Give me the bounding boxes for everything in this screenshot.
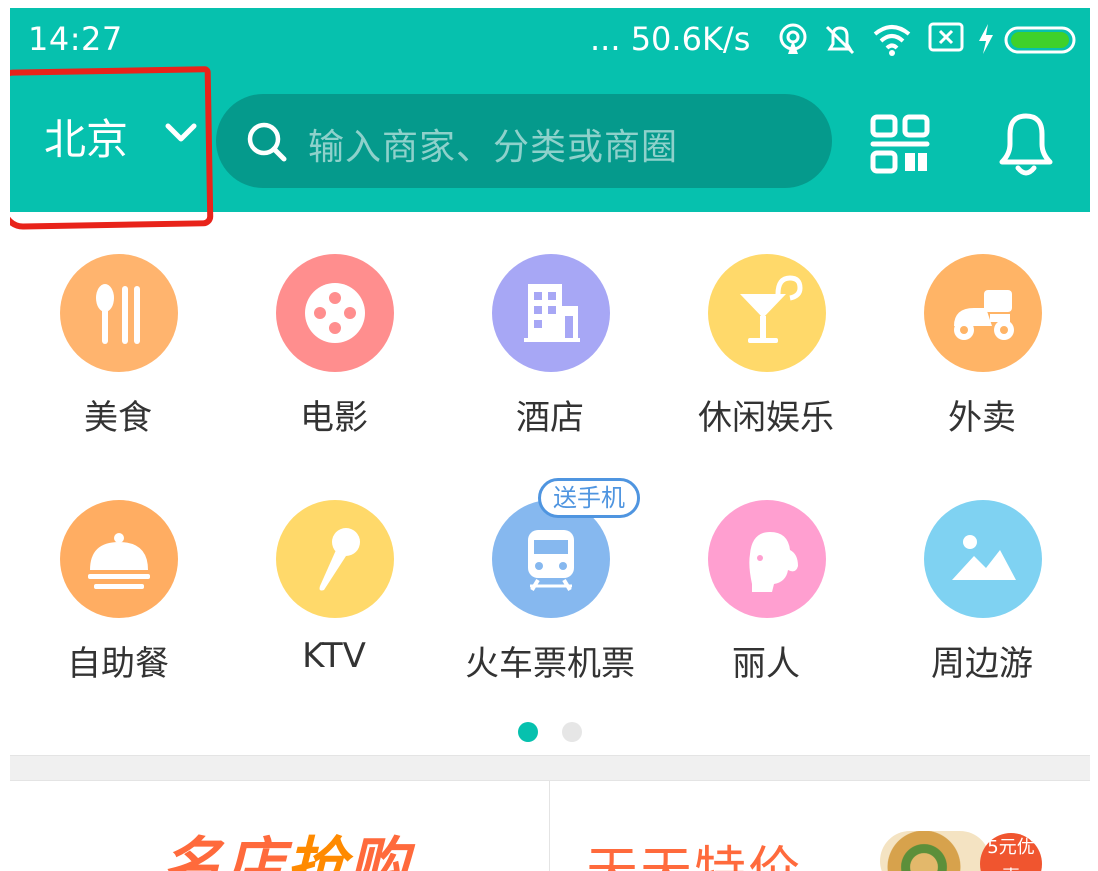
promo-title: 名店抢购 [162, 817, 410, 871]
category-label: 休闲娱乐 [698, 398, 834, 438]
cocktail-icon [708, 254, 826, 372]
promo-daily-deal[interactable]: 天天特价 5元优惠 [550, 781, 1090, 871]
promo-famous-store[interactable]: 名店抢购 [10, 781, 550, 871]
category-label: KTV [302, 636, 366, 676]
category-waimai[interactable]: 外卖 [874, 254, 1090, 484]
search-placeholder: 输入商家、分类或商圈 [308, 127, 679, 168]
wifi-icon [873, 25, 911, 56]
network-speed: ... 50.6K/s [590, 20, 751, 58]
page-dot-active[interactable] [518, 722, 538, 742]
film-reel-icon [276, 254, 394, 372]
promo-title-part: 购 [348, 831, 410, 871]
category-jiudian[interactable]: 酒店 [442, 254, 658, 484]
building-icon [492, 254, 610, 372]
woman-head-icon [708, 500, 826, 618]
search-bar[interactable]: 输入商家、分类或商圈 [216, 94, 832, 188]
page-dot[interactable] [562, 722, 582, 742]
hotspot-icon [779, 23, 807, 54]
microphone-icon [276, 500, 394, 618]
category-zhoubianyou[interactable]: 周边游 [874, 500, 1090, 730]
page-indicator [10, 718, 1090, 742]
section-divider [10, 755, 1090, 781]
charging-icon [979, 24, 993, 54]
category-label: 火车票机票 [465, 644, 635, 684]
food-image [880, 831, 990, 871]
status-time: 14:27 [28, 20, 123, 58]
mute-bell-icon [825, 25, 855, 55]
category-ktv[interactable]: KTV [226, 500, 442, 730]
category-label: 酒店 [516, 398, 584, 438]
category-meishi[interactable]: 美食 [10, 254, 226, 484]
cloche-icon [60, 500, 178, 618]
category-zizhucan[interactable]: 自助餐 [10, 500, 226, 730]
category-label: 美食 [84, 398, 152, 438]
notification-bell-icon[interactable] [994, 108, 1058, 180]
promo-title-highlight: 抢 [286, 831, 348, 871]
promo-title-part: 名店 [162, 831, 286, 871]
discount-badge: 5元优惠 [980, 833, 1042, 871]
scooter-icon [924, 254, 1042, 372]
category-grid: 美食 电影 酒店 休闲娱乐 外卖 自助餐 KTV 火车票机票 丽人 周边游 [10, 212, 1090, 712]
status-bar: 14:27 ... 50.6K/s [10, 8, 1090, 70]
battery-icon [1004, 26, 1076, 54]
promo-title: 天天特价 [586, 829, 802, 871]
category-liren[interactable]: 丽人 [658, 500, 874, 730]
category-dianying[interactable]: 电影 [226, 254, 442, 484]
category-label: 丽人 [732, 644, 800, 684]
landscape-icon [924, 500, 1042, 618]
category-label: 电影 [300, 398, 368, 438]
qr-scan-icon[interactable] [870, 114, 930, 174]
category-label: 周边游 [931, 644, 1033, 684]
category-label: 外卖 [948, 398, 1016, 438]
category-label: 自助餐 [67, 644, 169, 684]
annotation-highlight-box [10, 66, 214, 230]
promo-badge: 送手机 [538, 478, 640, 518]
category-huoche[interactable]: 火车票机票 [442, 500, 658, 730]
fork-knife-icon [60, 254, 178, 372]
app-screen: 14:27 ... 50.6K/s 北京 输入商家、分类或商圈 美食 电影 酒店… [10, 8, 1090, 871]
search-icon [247, 122, 287, 162]
category-xiuxian[interactable]: 休闲娱乐 [658, 254, 874, 484]
no-sim-icon [928, 22, 964, 52]
